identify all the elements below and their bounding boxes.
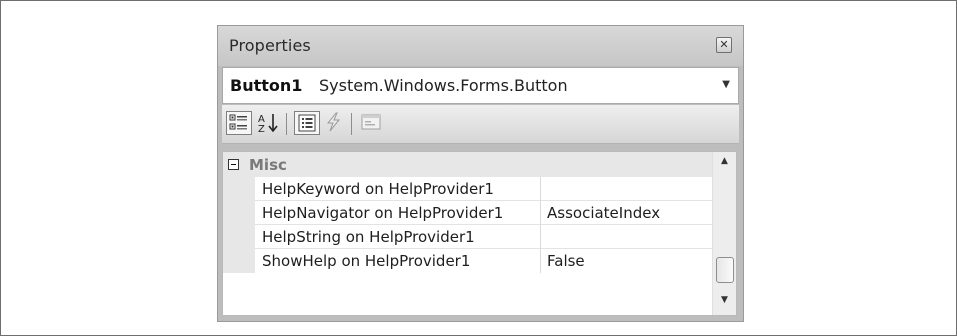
categorized-icon[interactable] <box>226 111 252 135</box>
window-title: Properties <box>229 36 311 55</box>
property-name[interactable]: HelpNavigator on HelpProvider1 <box>255 201 541 225</box>
properties-icon[interactable] <box>294 111 320 135</box>
events-icon[interactable] <box>322 111 348 135</box>
property-grid: Misc HelpKeyword on HelpProvider1 HelpNa… <box>222 151 737 316</box>
property-value[interactable] <box>541 177 713 201</box>
object-selector[interactable]: Button1 System.Windows.Forms.Button ▼ <box>222 67 739 104</box>
alphabetical-icon[interactable]: A Z <box>255 111 281 135</box>
property-value[interactable]: False <box>541 249 713 273</box>
svg-text:Z: Z <box>258 124 265 135</box>
category-row[interactable]: Misc <box>223 152 713 177</box>
row-margin <box>223 177 255 201</box>
scroll-down-icon[interactable]: ▼ <box>713 295 736 313</box>
property-name[interactable]: ShowHelp on HelpProvider1 <box>255 249 541 273</box>
row-margin <box>223 249 255 273</box>
close-icon[interactable]: ✕ <box>716 37 732 53</box>
property-value[interactable]: AssociateIndex <box>541 201 713 225</box>
chevron-down-icon[interactable]: ▼ <box>722 79 730 90</box>
row-margin <box>223 225 255 249</box>
property-row[interactable]: HelpString on HelpProvider1 <box>223 225 713 249</box>
collapse-icon[interactable] <box>228 159 239 170</box>
toolbar-separator <box>286 113 287 135</box>
vertical-scrollbar[interactable]: ▲ ▼ <box>712 152 736 315</box>
property-name[interactable]: HelpKeyword on HelpProvider1 <box>255 177 541 201</box>
property-value[interactable] <box>541 225 713 249</box>
toolbar-separator <box>351 113 352 135</box>
property-row[interactable]: ShowHelp on HelpProvider1 False <box>223 249 713 273</box>
properties-window: Properties ✕ Button1 System.Windows.Form… <box>217 25 744 322</box>
object-name: Button1 <box>230 76 303 95</box>
title-bar: Properties ✕ <box>218 26 743 66</box>
toolbar: A Z <box>222 105 739 144</box>
property-row[interactable]: HelpKeyword on HelpProvider1 <box>223 177 713 201</box>
scroll-up-icon[interactable]: ▲ <box>713 156 736 174</box>
property-name[interactable]: HelpString on HelpProvider1 <box>255 225 541 249</box>
property-pages-icon[interactable] <box>359 111 385 135</box>
row-margin <box>223 201 255 225</box>
object-type: System.Windows.Forms.Button <box>319 76 568 95</box>
scroll-thumb[interactable] <box>716 257 734 283</box>
property-row[interactable]: HelpNavigator on HelpProvider1 Associate… <box>223 201 713 225</box>
category-label: Misc <box>249 156 287 174</box>
